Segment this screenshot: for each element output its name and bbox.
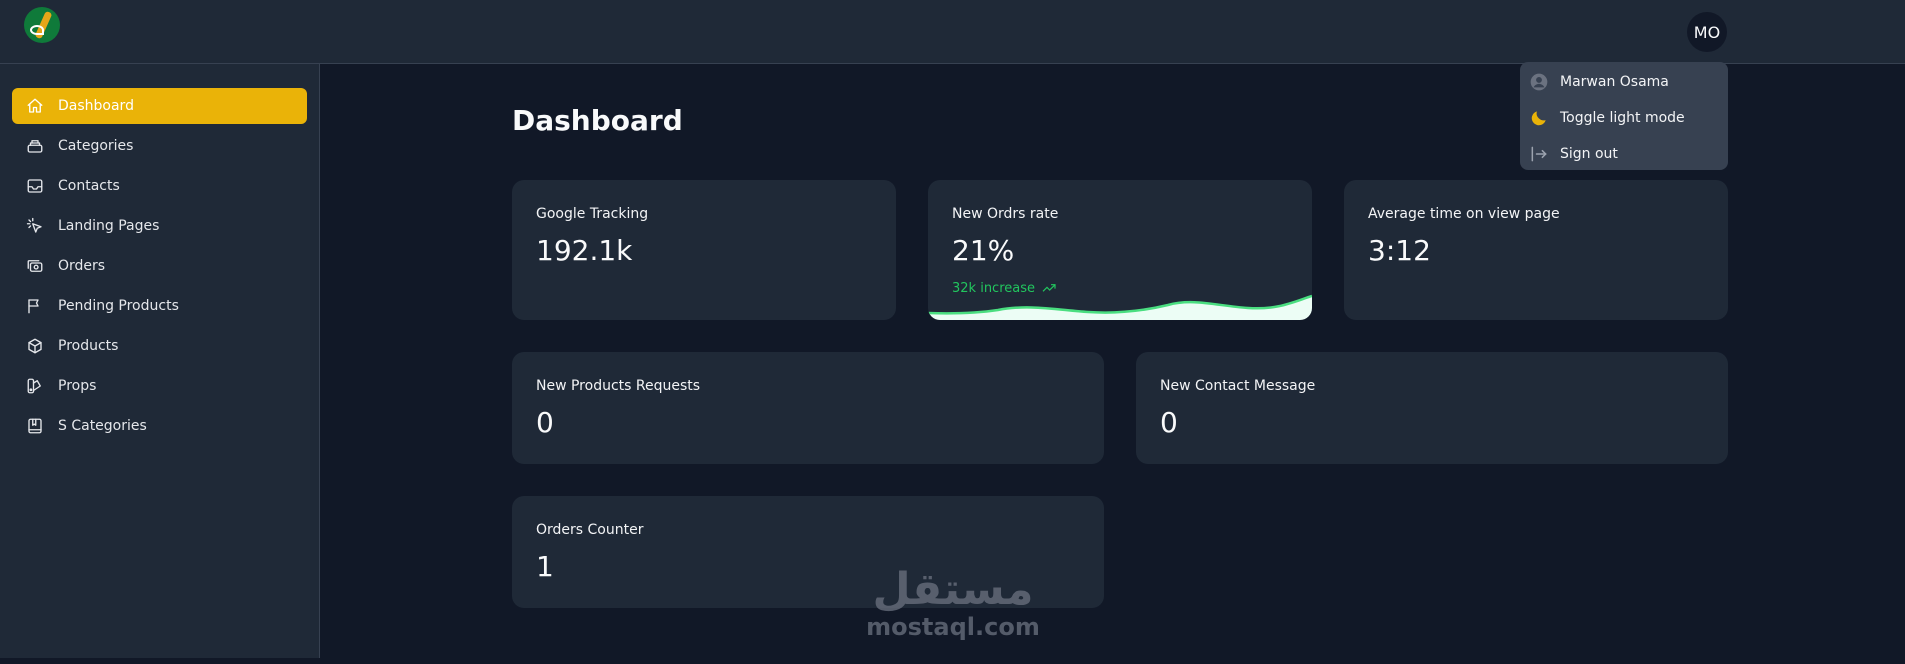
sidebar-item-orders[interactable]: Orders [12,248,307,284]
card-label: Google Tracking [536,206,649,222]
sidebar-item-label: Products [58,338,119,354]
card-value: 21% [952,234,1015,267]
top-bar: MO [0,0,1905,64]
sidebar-item-label: Props [58,378,97,394]
user-menu: Marwan Osama Toggle light mode Sign out [1520,62,1728,170]
card-new-products-requests: New Products Requests 0 [512,352,1104,464]
inbox-icon [26,177,44,195]
logo[interactable] [24,7,60,43]
sidebar-item-s-categories[interactable]: S Categories [12,408,307,444]
sidebar-item-label: Dashboard [58,98,134,114]
sidebar-item-products[interactable]: Products [12,328,307,364]
menu-item-profile[interactable]: Marwan Osama [1528,67,1720,97]
card-value: 0 [1160,406,1178,439]
sidebar-item-label: Contacts [58,178,120,194]
card-label: New Contact Message [1160,378,1316,394]
sidebar-item-label: S Categories [58,418,147,434]
page-title: Dashboard [512,104,683,137]
menu-item-sign-out[interactable]: Sign out [1528,139,1720,169]
sidebar-item-label: Landing Pages [58,218,160,234]
cash-icon [26,257,44,275]
sidebar-item-landing-pages[interactable]: Landing Pages [12,208,307,244]
menu-item-label: Sign out [1560,146,1618,162]
card-value: 192.1k [536,234,633,267]
cube-icon [26,337,44,355]
watermark: مستقل mostaql.com [864,564,1042,641]
card-average-time: Average time on view page 3:12 [1344,180,1728,320]
menu-item-label: Marwan Osama [1560,74,1669,90]
sign-out-icon [1528,143,1550,165]
sidebar-item-contacts[interactable]: Contacts [12,168,307,204]
sidebar-item-label: Categories [58,138,134,154]
moon-icon [1528,107,1550,129]
sidebar: Dashboard Categories Contacts Landing Pa… [0,64,320,658]
cursor-click-icon [26,217,44,235]
user-circle-icon [1528,71,1550,93]
swatch-icon [26,377,44,395]
card-label: New Products Requests [536,378,701,394]
sidebar-item-label: Orders [58,258,106,274]
sidebar-item-label: Pending Products [58,298,179,314]
card-value: 1 [536,550,554,583]
sidebar-item-pending-products[interactable]: Pending Products [12,288,307,324]
menu-item-label: Toggle light mode [1560,110,1685,126]
watermark-latin: mostaql.com [866,613,1040,641]
card-new-contact-message: New Contact Message 0 [1136,352,1728,464]
sidebar-item-dashboard[interactable]: Dashboard [12,88,307,124]
card-value: 0 [536,406,554,439]
home-icon [26,97,44,115]
card-label: New Ordrs rate [952,206,1059,222]
logo-leaf [30,25,44,35]
user-avatar-button[interactable]: MO [1687,12,1727,52]
watermark-arabic: مستقل [872,564,1034,615]
sidebar-item-categories[interactable]: Categories [12,128,307,164]
layers-icon [26,137,44,155]
card-google-tracking: Google Tracking 192.1k [512,180,896,320]
book-icon [26,417,44,435]
sparkline-chart [928,294,1312,320]
flag-icon [26,297,44,315]
card-label: Average time on view page [1368,206,1560,222]
card-new-orders-rate: New Ordrs rate 21% 32k increase [928,180,1312,320]
menu-item-toggle-light-mode[interactable]: Toggle light mode [1528,103,1720,133]
card-label: Orders Counter [536,522,644,538]
card-value: 3:12 [1368,234,1431,267]
sidebar-item-props[interactable]: Props [12,368,307,404]
